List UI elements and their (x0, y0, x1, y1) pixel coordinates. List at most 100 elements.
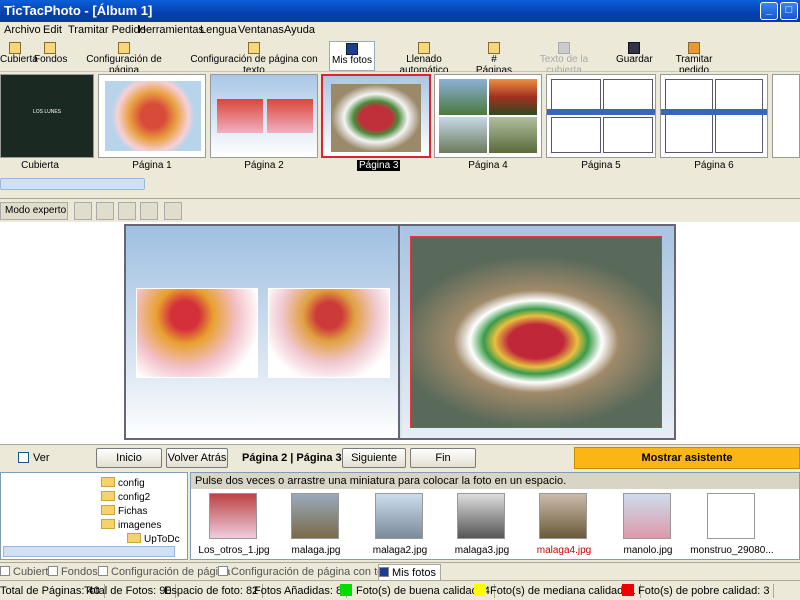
tab-fondos[interactable]: Fondos (48, 564, 98, 580)
title-bar: TicTacPhoto - [Álbum 1] _ □ (0, 0, 800, 22)
divider-band (661, 109, 767, 115)
page-thumb-2[interactable] (210, 74, 318, 158)
folder-config2[interactable]: config2 (101, 491, 150, 503)
photo-slot-left-2[interactable] (268, 288, 390, 378)
page-thumb-6[interactable] (660, 74, 768, 158)
page-thumb-7[interactable] (772, 74, 800, 158)
folder-config[interactable]: config (101, 477, 145, 489)
page-label-6: Página 6 (694, 160, 734, 171)
layout-tool-1[interactable] (74, 202, 92, 220)
start-button[interactable]: Inicio (96, 448, 162, 468)
page-thumb-1[interactable] (98, 74, 206, 158)
page-thumb-cover[interactable]: LOS LUNES (0, 74, 94, 158)
photo-label-6: manolo.jpg (623, 545, 673, 556)
save-button[interactable]: Guardar (616, 41, 653, 71)
cake-photo (217, 99, 263, 133)
cover-button[interactable]: Cubierta (0, 41, 38, 71)
maximize-button[interactable]: □ (780, 2, 798, 20)
landscape-photo (439, 117, 487, 153)
empty-slot (603, 117, 653, 153)
tab-mis-fotos[interactable]: Mis fotos (378, 564, 442, 580)
tab-configuracion-texto[interactable]: Configuración de página con texto (218, 564, 398, 580)
menu-edit[interactable]: Edit (43, 24, 62, 36)
folder-fichas[interactable]: Fichas (101, 505, 147, 517)
photo-thumb-5[interactable] (539, 493, 587, 539)
order-button[interactable]: Tramitar pedido (662, 41, 726, 76)
cart-icon (688, 42, 700, 54)
medium-quality-swatch (474, 584, 486, 596)
grid-tool[interactable] (164, 202, 182, 220)
end-button[interactable]: Fin (410, 448, 476, 468)
pages-count-button[interactable]: # Páginas (472, 41, 516, 76)
auto-fill-icon (418, 42, 430, 54)
folder-icon (101, 477, 115, 487)
menu-lengua[interactable]: Lengua (200, 24, 237, 36)
page-label-5: Página 5 (581, 160, 621, 171)
photo-label-5: malaga4.jpg (536, 545, 592, 556)
page-thumb-3[interactable] (321, 74, 431, 158)
layout-tool-4[interactable] (140, 202, 158, 220)
status-photos-added: Fotos Añadidas: 8 (254, 584, 348, 598)
photo-label-7: monstruo_29080... (690, 545, 774, 556)
empty-slot (715, 79, 763, 153)
backgrounds-icon (44, 42, 56, 54)
expert-mode-button[interactable]: Modo experto (0, 202, 68, 220)
photo-thumb-7[interactable] (707, 493, 755, 539)
show-assistant-button[interactable]: Mostrar asistente (574, 447, 800, 469)
current-pages: Página 2 | Página 3 (242, 452, 342, 464)
left-page[interactable] (126, 226, 400, 438)
photo-thumb-4[interactable] (457, 493, 505, 539)
my-photos-button[interactable]: Mis fotos (329, 41, 375, 71)
empty-slot (665, 79, 713, 153)
tab-configuracion[interactable]: Configuración de página (98, 564, 230, 580)
back-button[interactable]: Volver Atrás (166, 448, 228, 468)
menu-herramientas[interactable]: Herramientas (138, 24, 204, 36)
menu-archivo[interactable]: Archivo (4, 24, 41, 36)
photo-thumb-3[interactable] (375, 493, 423, 539)
good-quality-swatch (340, 584, 352, 596)
folder-icon (101, 505, 115, 515)
page-thumb-5[interactable] (546, 74, 656, 158)
layout-tool-2[interactable] (96, 202, 114, 220)
menu-bar: Archivo Edit Tramitar Pedido Herramienta… (0, 22, 800, 40)
folder-tree-scrollbar[interactable] (3, 546, 175, 557)
cover-text-button[interactable]: Texto de la cubierta (524, 41, 604, 76)
page-layout-text-icon (248, 42, 260, 54)
status-poor-quality: Foto(s) de pobre calidad: 3 (622, 584, 775, 598)
auto-fill-button[interactable]: Llenado automático (384, 41, 464, 76)
cover-title-text: LOS LUNES (32, 109, 62, 115)
navigation-bar: Ver Inicio Volver Atrás Página 2 | Págin… (0, 444, 800, 470)
menu-ventanas[interactable]: Ventanas (238, 24, 284, 36)
menu-tramitar-pedido[interactable]: Tramitar Pedido (68, 24, 146, 36)
editor-canvas (0, 222, 800, 444)
page-thumb-4[interactable] (434, 74, 542, 158)
folder-uptodc[interactable]: UpToDc (127, 533, 180, 545)
photo-label-4: malaga3.jpg (454, 545, 510, 556)
window-title: TicTacPhoto - [Álbum 1] (4, 3, 153, 18)
divider-band (547, 109, 655, 115)
backgrounds-button[interactable]: Fondos (34, 41, 67, 71)
ver-checkbox[interactable] (18, 452, 29, 463)
cover-text-icon (558, 42, 570, 54)
photo-slot-left-1[interactable] (136, 288, 258, 378)
tab-cubierta[interactable]: Cubierta (0, 564, 55, 580)
right-page[interactable] (402, 226, 674, 438)
page-strip-scrollbar[interactable] (0, 178, 145, 190)
minimize-button[interactable]: _ (760, 2, 778, 20)
photo-thumb-1[interactable] (209, 493, 257, 539)
photo-thumb-2[interactable] (291, 493, 339, 539)
menu-ayuda[interactable]: Ayuda (284, 24, 315, 36)
folder-imagenes[interactable]: imagenes (101, 519, 161, 531)
page-layout-icon (118, 42, 130, 54)
folder-icon (101, 491, 115, 501)
layout-tool-3[interactable] (118, 202, 136, 220)
ver-label: Ver (33, 452, 50, 464)
page-layout-button[interactable]: Configuración de página (76, 41, 172, 76)
page-layout-text-button[interactable]: Configuración de página con texto (186, 41, 322, 76)
poor-quality-swatch (622, 584, 634, 596)
pages-icon (488, 42, 500, 54)
photo-browser: Pulse dos veces o arrastre una miniatura… (190, 472, 800, 560)
next-button[interactable]: Siguiente (342, 448, 406, 468)
photo-thumb-6[interactable] (623, 493, 671, 539)
photo-slot-right-1[interactable] (410, 236, 662, 428)
